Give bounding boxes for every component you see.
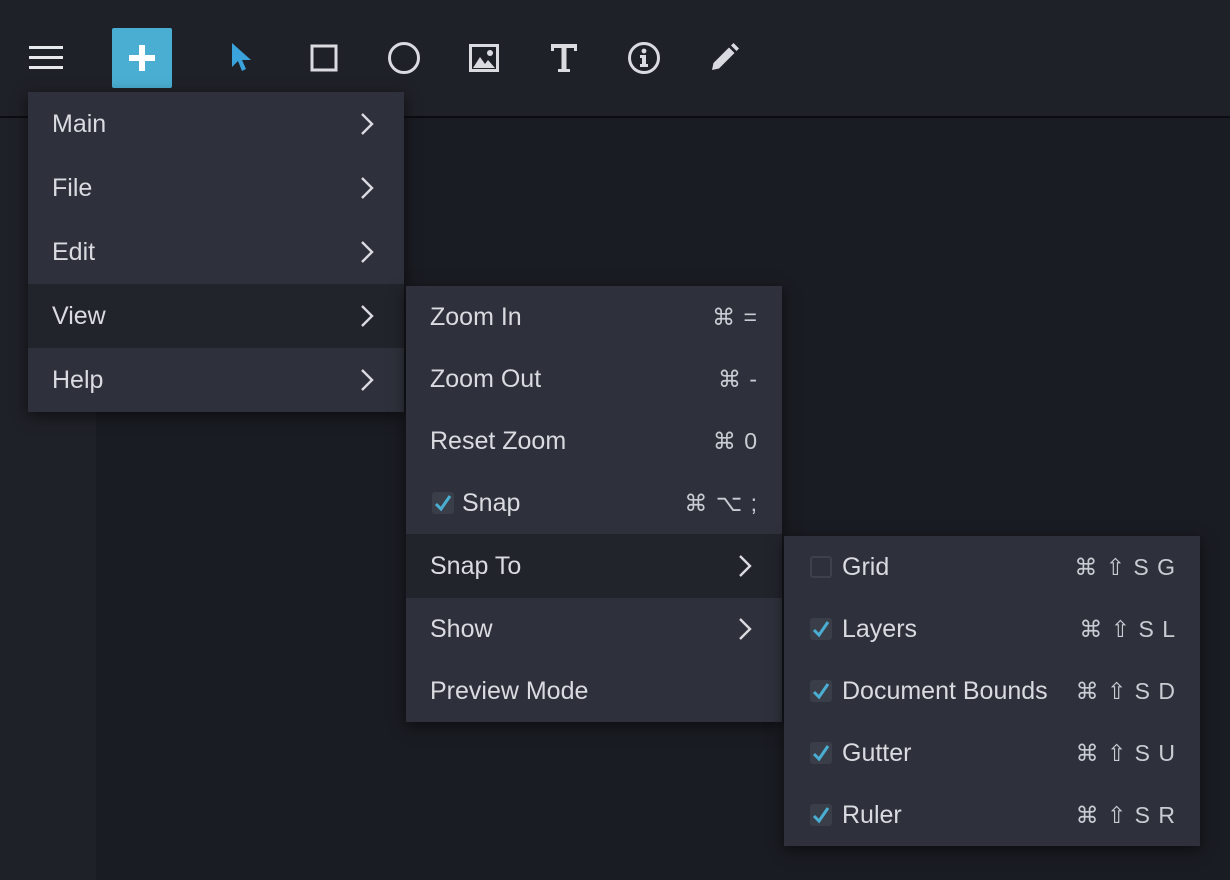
chevron-right-icon [361,369,374,391]
checkmark-icon [812,745,830,762]
shortcut-label: ⌘ - [717,365,758,392]
text-icon [551,44,577,72]
menu-item-label: Document Bounds [842,676,1048,705]
layers-checkbox[interactable] [810,618,832,640]
menu-item-label: Edit [52,237,96,266]
plus-icon [129,45,155,71]
chevron-right-icon [361,305,374,327]
main-menu-item-view[interactable]: View [28,284,404,348]
ellipse-tool-button[interactable] [374,28,434,88]
menu-item-label: Ruler [842,800,902,829]
chevron-right-icon [361,113,374,135]
menu-item-label: Reset Zoom [430,426,567,455]
checkmark-icon [812,807,830,824]
text-tool-button[interactable] [534,28,594,88]
shortcut-label: ⌘ 0 [712,427,758,454]
document-bounds-checkbox[interactable] [810,680,832,702]
snap-to-item-layers[interactable]: Layers ⌘ ⇧ S L [784,598,1200,660]
shortcut-label: ⌘ ⇧ S D [1075,677,1176,704]
pointer-icon [232,43,251,71]
shortcut-label: ⌘ ⇧ S L [1079,615,1176,642]
menu-item-label: Snap [462,488,521,517]
view-item-reset-zoom[interactable]: Reset Zoom ⌘ 0 [406,410,782,472]
hamburger-icon [29,46,63,69]
snap-checkbox[interactable] [432,492,454,514]
main-menu: Main File Edit View Help [28,92,404,412]
main-menu-item-help[interactable]: Help [28,348,404,412]
chevron-right-icon [361,241,374,263]
main-menu-item-file[interactable]: File [28,156,404,220]
chevron-right-icon [739,555,752,577]
main-menu-item-edit[interactable]: Edit [28,220,404,284]
view-item-zoom-out[interactable]: Zoom Out ⌘ - [406,348,782,410]
menu-item-label: Zoom Out [430,364,542,393]
info-tool-button[interactable] [614,28,674,88]
shortcut-label: ⌘ ⇧ S U [1075,739,1176,766]
add-button[interactable] [112,28,172,88]
square-icon [310,44,338,72]
grid-checkbox[interactable] [810,556,832,578]
shortcut-label: ⌘ ⇧ S G [1074,553,1176,580]
rectangle-tool-button[interactable] [294,28,354,88]
view-item-zoom-in[interactable]: Zoom In ⌘ = [406,286,782,348]
view-item-snap[interactable]: Snap ⌘ ⌥ ; [406,472,782,534]
menu-item-label: File [52,173,93,202]
ruler-checkbox[interactable] [810,804,832,826]
menu-item-label: View [52,301,106,330]
image-tool-button[interactable] [454,28,514,88]
chevron-right-icon [739,618,752,640]
snap-to-item-gutter[interactable]: Gutter ⌘ ⇧ S U [784,722,1200,784]
info-icon [628,42,660,74]
menu-item-label: Main [52,109,107,138]
menu-item-label: Snap To [430,551,522,580]
view-item-show[interactable]: Show [406,598,782,660]
menu-item-label: Preview Mode [430,676,589,705]
checkmark-icon [434,495,452,512]
pencil-icon [712,43,739,70]
view-item-snap-to[interactable]: Snap To [406,534,782,598]
snap-to-item-ruler[interactable]: Ruler ⌘ ⇧ S R [784,784,1200,846]
checkmark-icon [812,621,830,638]
view-submenu: Zoom In ⌘ = Zoom Out ⌘ - Reset Zoom ⌘ 0 … [406,286,782,722]
main-menu-item-main[interactable]: Main [28,92,404,156]
select-tool-button[interactable] [212,28,272,88]
snap-to-item-grid[interactable]: Grid ⌘ ⇧ S G [784,536,1200,598]
view-item-preview-mode[interactable]: Preview Mode [406,660,782,722]
checkmark-icon [812,683,830,700]
menu-item-label: Layers [842,614,918,643]
menu-item-label: Show [430,614,493,643]
hamburger-menu-button[interactable] [16,28,76,88]
shortcut-label: ⌘ = [712,303,758,330]
shortcut-label: ⌘ ⌥ ; [684,489,758,516]
snap-to-item-document-bounds[interactable]: Document Bounds ⌘ ⇧ S D [784,660,1200,722]
gutter-checkbox[interactable] [810,742,832,764]
snap-to-submenu: Grid ⌘ ⇧ S G Layers ⌘ ⇧ S L Document Bou… [784,536,1200,846]
pen-tool-button[interactable] [694,28,754,88]
chevron-right-icon [361,177,374,199]
image-icon [469,44,499,72]
menu-item-label: Help [52,365,104,394]
menu-item-label: Grid [842,552,890,581]
circle-icon [388,42,420,74]
menu-item-label: Zoom In [430,302,522,331]
shortcut-label: ⌘ ⇧ S R [1075,801,1176,828]
menu-item-label: Gutter [842,738,912,767]
